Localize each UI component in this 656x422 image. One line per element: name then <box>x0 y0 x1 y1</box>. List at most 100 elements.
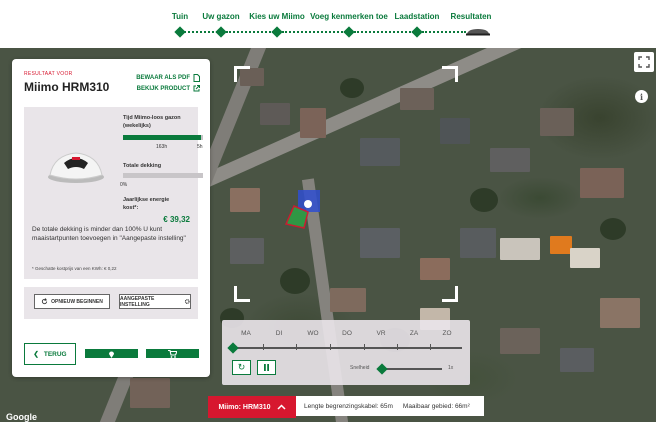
map-building <box>490 148 530 172</box>
time-label: Tijd Miimo-loos gazon (wekelijks) <box>123 115 181 129</box>
day-label: DO <box>342 330 352 337</box>
speed-handle[interactable] <box>376 363 388 375</box>
cart-button[interactable] <box>146 349 199 358</box>
energy-value: € 39,32 <box>163 215 190 224</box>
day-label: ZA <box>409 330 419 337</box>
lawn-outline <box>284 190 320 229</box>
results-stats: Tijd Miimo-loos gazon (wekelijks) 163h 5… <box>24 107 203 279</box>
time-value-left: 163h <box>156 144 168 150</box>
timeline-tick <box>430 344 431 350</box>
map-building <box>570 248 600 268</box>
map-building <box>460 228 496 258</box>
pause-button[interactable] <box>257 360 276 375</box>
replay-button[interactable]: ↻ <box>232 360 251 375</box>
time-bar <box>123 135 203 140</box>
result-for-label: RESULTAAT VOOR <box>24 71 73 77</box>
restart-label: OPNIEUW BEGINNEN <box>51 298 103 305</box>
step-connector <box>282 31 346 33</box>
external-link-icon <box>193 85 200 92</box>
map-building <box>500 328 540 354</box>
cable-length: Lengte begrenzingskabel: 65m <box>304 402 393 410</box>
map-building <box>540 108 574 136</box>
map-building <box>500 238 540 260</box>
mowable-area: Maaibaar gebied: 66m² <box>402 402 470 410</box>
map-building <box>600 298 640 328</box>
day-label: ZO <box>442 330 452 337</box>
time-value-right: 5h <box>197 144 203 150</box>
coverage-label: Totale dekking <box>123 163 162 169</box>
restart-button[interactable]: OPNIEUW BEGINNEN <box>34 294 110 309</box>
speed-label: Snelheid <box>350 365 370 371</box>
map-tree <box>600 218 626 240</box>
map-pin-icon <box>109 351 114 358</box>
info-icon: i <box>639 91 644 102</box>
map-building <box>300 108 326 138</box>
step-gazon-label[interactable]: Uw gazon <box>202 12 239 21</box>
coverage-value: 0% <box>120 182 128 188</box>
coverage-bar <box>123 173 203 178</box>
mimo-model-tab[interactable]: Miimo: HRM310 <box>208 396 296 418</box>
energy-footnote: * Geschatte kostprijs van een KWh: € 0,2… <box>32 266 117 271</box>
day-label: MA <box>241 330 251 337</box>
back-button[interactable]: ❮ TERUG <box>24 343 76 365</box>
results-panel: RESULTAAT VOOR Miimo HRM310 BEWAAR ALS P… <box>12 59 210 377</box>
chevron-up-icon <box>277 404 286 410</box>
frame-corner <box>442 66 458 82</box>
day-timeline[interactable] <box>232 347 462 349</box>
chevron-left-icon: ❮ <box>33 351 39 358</box>
mimo-model-label: Miimo: HRM310 <box>218 403 271 411</box>
coverage-message: De totale dekking is minder dan 100% U k… <box>32 226 186 242</box>
map-building <box>580 168 624 198</box>
custom-setting-button[interactable]: AANGEPASTE INSTELLING <box>119 294 191 309</box>
step-connector <box>184 31 218 33</box>
step-laadstation-marker[interactable] <box>411 26 423 38</box>
info-button[interactable]: i <box>635 90 648 103</box>
step-kenmerken-marker[interactable] <box>343 26 355 38</box>
progress-stepper: Tuin Uw gazon Kies uw Miimo Voeg kenmerk… <box>0 0 656 48</box>
map-building <box>440 118 470 144</box>
step-resultaten-label: Resultaten <box>450 12 492 21</box>
speed-value: 1x <box>448 365 454 371</box>
frame-corner <box>442 286 458 302</box>
map-building <box>560 348 594 372</box>
step-connector <box>422 31 466 33</box>
settings-actions: OPNIEUW BEGINNEN AANGEPASTE INSTELLING <box>24 287 198 319</box>
step-tuin-marker[interactable] <box>174 26 186 38</box>
timeline-handle[interactable] <box>227 342 239 354</box>
map-building <box>230 238 264 264</box>
location-button[interactable] <box>85 349 138 358</box>
map-building <box>130 378 170 408</box>
save-pdf-label: BEWAAR ALS PDF <box>136 75 190 81</box>
map-tree <box>280 268 310 294</box>
day-label: WO <box>307 330 319 337</box>
step-laadstation-label[interactable]: Laadstation <box>395 12 440 21</box>
google-logo: Google <box>6 412 37 422</box>
step-kenmerken-label[interactable]: Voeg kenmerken toe <box>310 12 388 21</box>
speed-slider[interactable] <box>380 368 442 370</box>
map-building <box>260 103 290 125</box>
pdf-icon <box>193 74 200 82</box>
step-connector <box>226 31 274 33</box>
view-product-link[interactable]: BEKIJK PRODUCT <box>137 85 200 92</box>
replay-icon: ↻ <box>237 362 246 372</box>
timeline-tick <box>330 344 331 350</box>
back-label: TERUG <box>43 350 67 358</box>
step-tuin-label[interactable]: Tuin <box>172 12 188 21</box>
map-building <box>550 236 572 254</box>
fullscreen-button[interactable] <box>634 52 654 72</box>
time-bar-fill <box>123 135 201 140</box>
timeline-tick <box>397 344 398 350</box>
save-pdf-link[interactable]: BEWAAR ALS PDF <box>136 74 200 82</box>
step-kies-marker[interactable] <box>271 26 283 38</box>
custom-setting-label: AANGEPASTE INSTELLING <box>120 295 155 308</box>
day-label: DI <box>275 330 283 337</box>
fullscreen-icon <box>638 56 650 68</box>
cart-icon <box>168 349 177 358</box>
timeline-tick <box>296 344 297 350</box>
map-tree <box>470 188 498 212</box>
day-label: VR <box>376 330 386 337</box>
step-kies-label[interactable]: Kies uw Miimo <box>249 12 305 21</box>
view-product-label: BEKIJK PRODUCT <box>136 85 190 92</box>
gear-icon <box>184 299 190 304</box>
step-gazon-marker[interactable] <box>215 26 227 38</box>
